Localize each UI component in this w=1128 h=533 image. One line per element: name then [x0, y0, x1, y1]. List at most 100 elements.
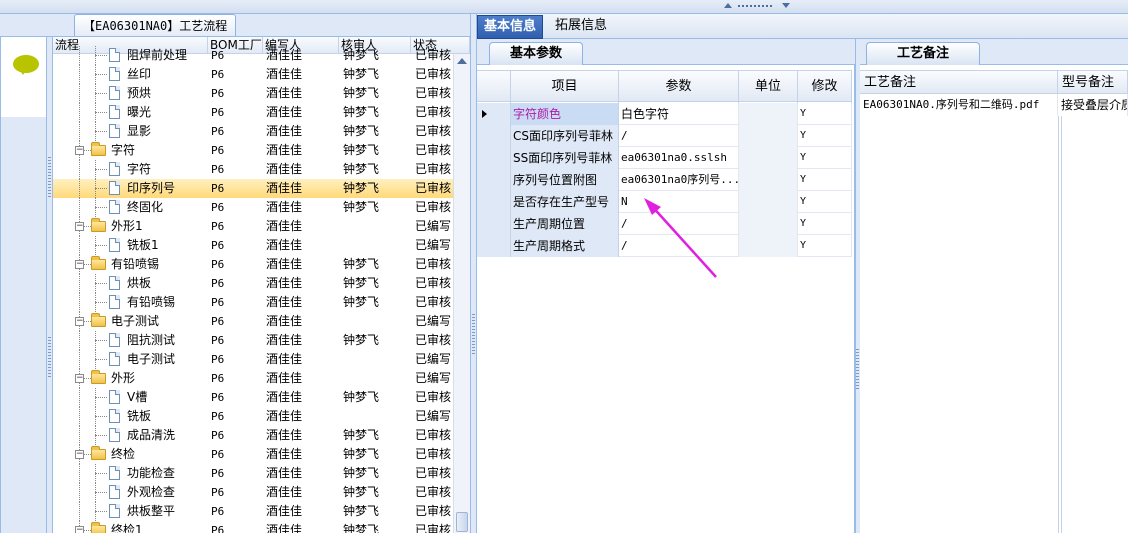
collapse-toggle-icon[interactable]: −	[75, 222, 84, 231]
collapse-toggle-icon[interactable]: −	[75, 374, 84, 383]
param-value-cell[interactable]: ea06301na0.sslsh	[619, 147, 739, 169]
column-header-model-note[interactable]: 型号备注	[1058, 71, 1128, 95]
tree-row[interactable]: 铣板1 P6 酒佳佳 已编写	[53, 236, 453, 255]
table-row[interactable]: 序列号位置附图 ea06301na0序列号... Y	[477, 169, 852, 191]
param-unit-cell[interactable]	[739, 103, 798, 125]
tree-row[interactable]: 丝印 P6 酒佳佳 钟梦飞 已审核	[53, 65, 453, 84]
param-item-cell[interactable]: 序列号位置附图	[511, 169, 619, 191]
tree-row[interactable]: 烘板 P6 酒佳佳 钟梦飞 已审核	[53, 274, 453, 293]
param-unit-cell[interactable]	[739, 213, 798, 235]
tree-row[interactable]: 有铅喷锡 P6 酒佳佳 钟梦飞 已审核	[53, 293, 453, 312]
process-note-cell[interactable]: EA06301NA0.序列号和二维码.pdf	[860, 94, 1058, 116]
splitter-grip-icon[interactable]	[48, 337, 51, 377]
tab-basic-params[interactable]: 基本参数	[489, 42, 584, 65]
column-header-unit[interactable]: 单位	[739, 71, 798, 103]
tree-node[interactable]: 丝印	[53, 65, 208, 84]
column-header-process-note[interactable]: 工艺备注	[860, 71, 1058, 95]
tree-row[interactable]: 终固化 P6 酒佳佳 钟梦飞 已审核	[53, 198, 453, 217]
row-indicator[interactable]	[477, 191, 511, 213]
column-header-param[interactable]: 参数	[619, 71, 739, 103]
tree-node[interactable]: − 电子测试	[53, 312, 208, 331]
row-indicator[interactable]	[477, 103, 511, 125]
tree-node[interactable]: − 有铅喷锡	[53, 255, 208, 274]
param-unit-cell[interactable]	[739, 147, 798, 169]
tree-node[interactable]: 印序列号	[53, 179, 208, 198]
row-indicator[interactable]	[477, 213, 511, 235]
tree-node[interactable]: − 终检	[53, 445, 208, 464]
column-header-modify[interactable]: 修改	[798, 71, 852, 103]
tree-node[interactable]: V槽	[53, 388, 208, 407]
param-value-cell[interactable]: 白色字符	[619, 103, 739, 125]
tree-node[interactable]: 字符	[53, 160, 208, 179]
param-unit-cell[interactable]	[739, 235, 798, 257]
tree-node[interactable]: − 外形1	[53, 217, 208, 236]
splitter-grip-icon[interactable]	[472, 314, 475, 354]
tree-node[interactable]: 显影	[53, 122, 208, 141]
tree-node[interactable]: 功能检查	[53, 464, 208, 483]
param-unit-cell[interactable]	[739, 191, 798, 213]
splitter-grip-icon[interactable]	[856, 349, 859, 389]
param-item-cell[interactable]: 字符颜色	[511, 103, 619, 125]
tree-row[interactable]: 预烘 P6 酒佳佳 钟梦飞 已审核	[53, 84, 453, 103]
collapse-toggle-icon[interactable]: −	[75, 146, 84, 155]
param-modify-cell[interactable]: Y	[798, 169, 852, 191]
tree-row[interactable]: 功能检查 P6 酒佳佳 钟梦飞 已审核	[53, 464, 453, 483]
param-item-cell[interactable]: CS面印序列号菲林	[511, 125, 619, 147]
splitter-grip-icon[interactable]	[48, 157, 51, 197]
param-value-cell[interactable]: ea06301na0序列号...	[619, 169, 739, 191]
tree-node[interactable]: 有铅喷锡	[53, 293, 208, 312]
param-value-cell[interactable]: /	[619, 235, 739, 257]
tree-node[interactable]: 烘板	[53, 274, 208, 293]
param-modify-cell[interactable]: Y	[798, 235, 852, 257]
top-splitter-bar[interactable]	[0, 0, 1128, 14]
tree-row[interactable]: 铣板 P6 酒佳佳 已编写	[53, 407, 453, 426]
tree-node[interactable]: 铣板	[53, 407, 208, 426]
tree-node[interactable]: 阻抗测试	[53, 331, 208, 350]
tree-row[interactable]: 成品清洗 P6 酒佳佳 钟梦飞 已审核	[53, 426, 453, 445]
tree-row[interactable]: 阻焊前处理 P6 酒佳佳 钟梦飞 已审核	[53, 46, 453, 65]
row-indicator[interactable]	[477, 147, 511, 169]
param-modify-cell[interactable]: Y	[798, 147, 852, 169]
collapse-toggle-icon[interactable]: −	[75, 317, 84, 326]
tree-row[interactable]: 印序列号 P6 酒佳佳 钟梦飞 已审核	[53, 179, 453, 198]
tree-node[interactable]: 成品清洗	[53, 426, 208, 445]
tree-node[interactable]: 电子测试	[53, 350, 208, 369]
row-indicator[interactable]	[477, 125, 511, 147]
tab-extended-info[interactable]: 拓展信息	[549, 15, 613, 39]
tree-node[interactable]: 烘板整平	[53, 502, 208, 521]
tree-group-row[interactable]: − 字符 P6 酒佳佳 钟梦飞 已审核	[53, 141, 453, 160]
column-header-item[interactable]: 项目	[511, 71, 619, 103]
tree-node[interactable]: − 外形	[53, 369, 208, 388]
middle-splitter[interactable]	[470, 14, 477, 533]
model-note-cell[interactable]: 接受叠层介质	[1058, 94, 1128, 116]
collapse-toggle-icon[interactable]: −	[75, 450, 84, 459]
param-item-cell[interactable]: 是否存在生产型号	[511, 191, 619, 213]
tree-row[interactable]: 阻抗测试 P6 酒佳佳 钟梦飞 已审核	[53, 331, 453, 350]
row-indicator[interactable]	[477, 235, 511, 257]
tree-node[interactable]: 预烘	[53, 84, 208, 103]
tree-row[interactable]: 曝光 P6 酒佳佳 钟梦飞 已审核	[53, 103, 453, 122]
collapse-toggle-icon[interactable]: −	[75, 526, 84, 533]
tree-node[interactable]: 铣板1	[53, 236, 208, 255]
table-row[interactable]: 是否存在生产型号 N Y	[477, 191, 852, 213]
collapse-grip-icon[interactable]	[722, 2, 792, 10]
tree-group-row[interactable]: − 终检 P6 酒佳佳 钟梦飞 已审核	[53, 445, 453, 464]
param-item-cell[interactable]: 生产周期格式	[511, 235, 619, 257]
tree-group-row[interactable]: − 电子测试 P6 酒佳佳 已编写	[53, 312, 453, 331]
tree-row[interactable]: 外观检查 P6 酒佳佳 钟梦飞 已审核	[53, 483, 453, 502]
param-item-cell[interactable]: SS面印序列号菲林	[511, 147, 619, 169]
tree-row[interactable]: 显影 P6 酒佳佳 钟梦飞 已审核	[53, 122, 453, 141]
tree-group-row[interactable]: − 有铅喷锡 P6 酒佳佳 钟梦飞 已审核	[53, 255, 453, 274]
param-value-cell[interactable]: N	[619, 191, 739, 213]
param-modify-cell[interactable]: Y	[798, 191, 852, 213]
param-unit-cell[interactable]	[739, 169, 798, 191]
table-row[interactable]: CS面印序列号菲林 / Y	[477, 125, 852, 147]
tree-node[interactable]: 外观检查	[53, 483, 208, 502]
table-row[interactable]: EA06301NA0.序列号和二维码.pdf 接受叠层介质	[860, 94, 1128, 116]
tree-row[interactable]: 烘板整平 P6 酒佳佳 钟梦飞 已审核	[53, 502, 453, 521]
chat-bubble-icon[interactable]	[13, 55, 39, 75]
tree-row[interactable]: 电子测试 P6 酒佳佳 已编写	[53, 350, 453, 369]
tree-node[interactable]: 曝光	[53, 103, 208, 122]
tree-group-row[interactable]: − 外形 P6 酒佳佳 已编写	[53, 369, 453, 388]
param-modify-cell[interactable]: Y	[798, 125, 852, 147]
